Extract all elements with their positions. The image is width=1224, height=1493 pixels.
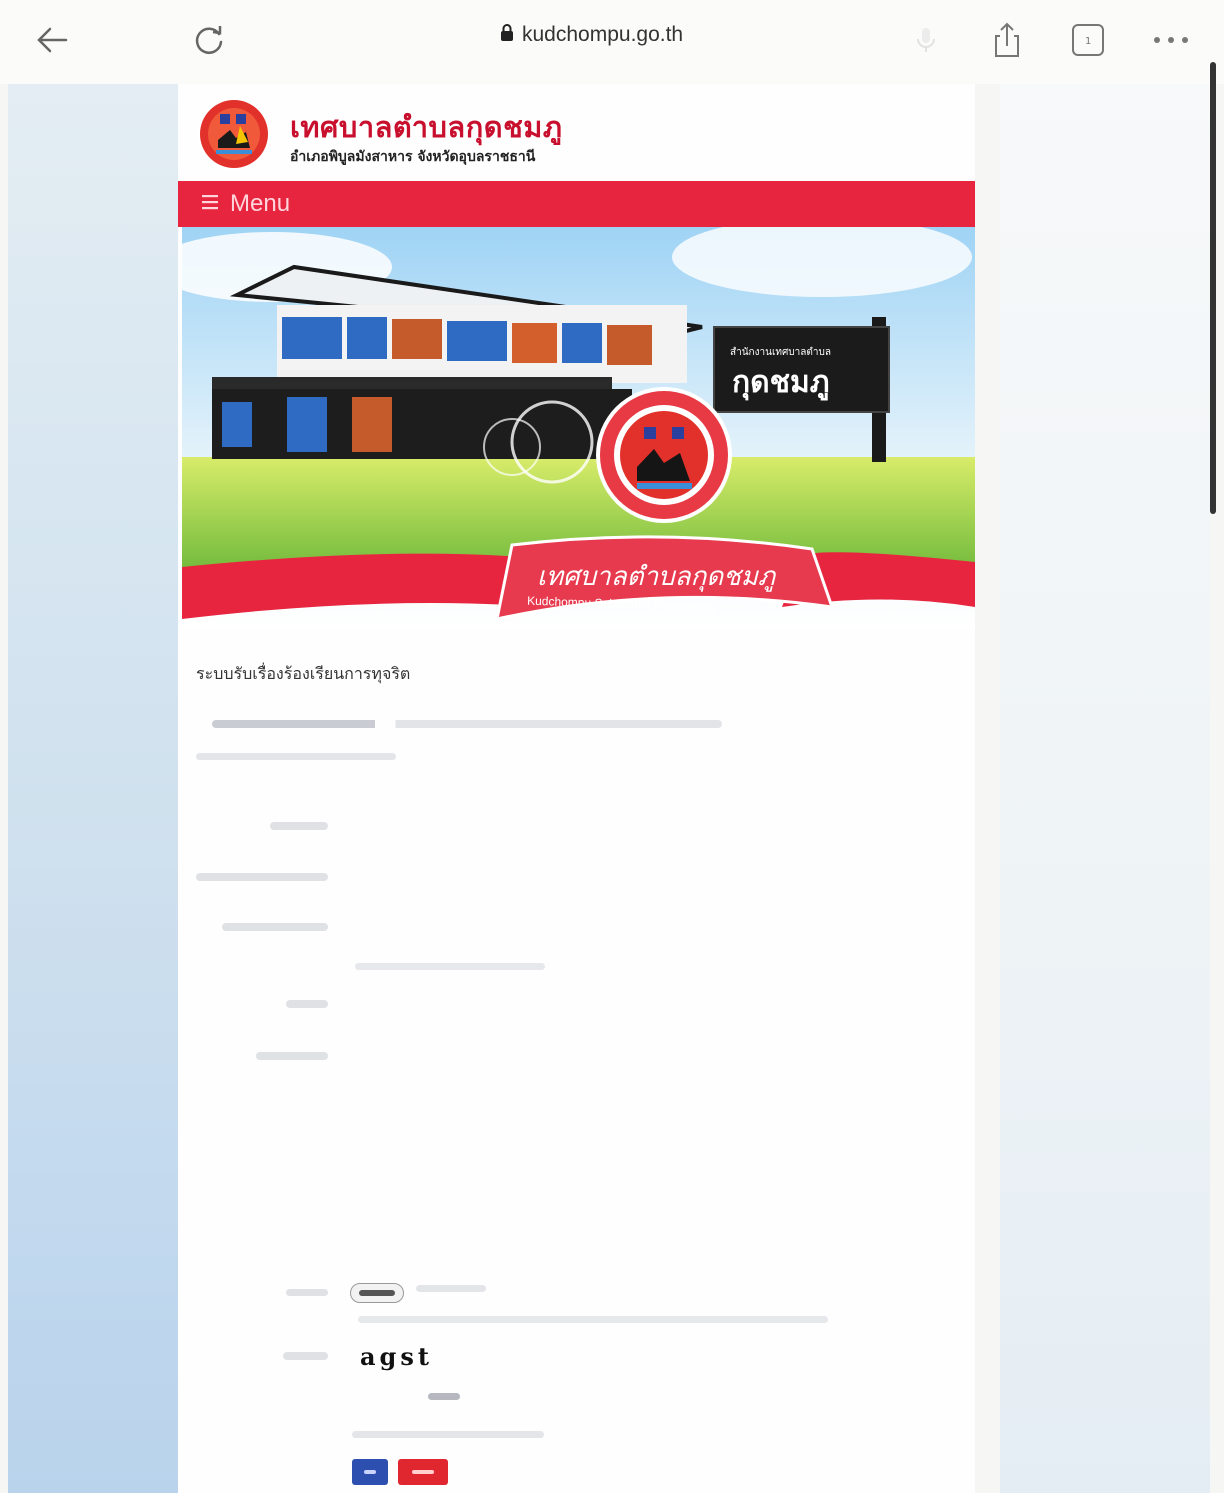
- banner-ribbon-thai: เทศบาลตำบลกุดชมภู: [537, 562, 777, 592]
- browser-toolbar: kudchompu.go.th 1: [0, 0, 1224, 84]
- form-intro-line-1: [212, 720, 722, 728]
- banner-sign-large: กุดชมภู: [732, 365, 830, 401]
- back-arrow-icon[interactable]: [28, 16, 76, 64]
- page-background-right: [1000, 84, 1210, 1493]
- lock-icon: [500, 23, 514, 47]
- site-title[interactable]: เทศบาลตำบลกุดชมภู: [290, 104, 563, 150]
- more-icon[interactable]: [1147, 16, 1195, 64]
- page-background-left: [8, 84, 186, 1493]
- site-subtitle: อำเภอพิบูลมังสาหาร จังหวัดอุบลราชธานี: [290, 149, 536, 165]
- form-field-5[interactable]: [256, 1052, 328, 1060]
- submit-button[interactable]: [352, 1459, 388, 1485]
- tabs-icon[interactable]: 1: [1064, 16, 1112, 64]
- address-bar[interactable]: kudchompu.go.th: [500, 20, 683, 50]
- captcha-label: [283, 1352, 328, 1360]
- cancel-button[interactable]: [398, 1459, 448, 1485]
- menu-bar[interactable]: Menu: [178, 181, 975, 227]
- scrollbar[interactable]: [1210, 62, 1216, 514]
- hero-banner: สำนักงานเทศบาลตำบล กุดชมภู เทศบาลตำบลกุด…: [152, 217, 975, 629]
- hamburger-icon[interactable]: [202, 194, 220, 214]
- form-field-2[interactable]: [196, 873, 328, 881]
- reload-icon[interactable]: [185, 16, 233, 64]
- form-field-3-hint: [355, 963, 545, 970]
- svg-text:1: 1: [1085, 36, 1091, 47]
- file-status-text: [416, 1285, 486, 1292]
- url-text: kudchompu.go.th: [522, 23, 684, 46]
- file-hint-text: [358, 1316, 828, 1323]
- microphone-icon[interactable]: [902, 16, 950, 64]
- share-icon[interactable]: [983, 16, 1031, 64]
- attachment-label: [286, 1289, 328, 1296]
- form-field-4[interactable]: [286, 1000, 328, 1008]
- captcha-refresh-link[interactable]: [428, 1393, 460, 1400]
- choose-file-button[interactable]: [350, 1283, 404, 1303]
- banner-sign-small: สำนักงานเทศบาลตำบล: [730, 347, 831, 358]
- menu-label[interactable]: Menu: [230, 190, 290, 218]
- form-intro-line-2: [196, 753, 396, 760]
- form-field-1[interactable]: [270, 822, 328, 830]
- municipality-logo[interactable]: [196, 96, 272, 172]
- captcha-hint-text: [352, 1431, 544, 1438]
- form-field-3[interactable]: [222, 923, 328, 931]
- captcha-image: agst: [360, 1342, 433, 1371]
- section-title: ระบบรับเรื่องร้องเรียนการทุจริต: [196, 664, 411, 683]
